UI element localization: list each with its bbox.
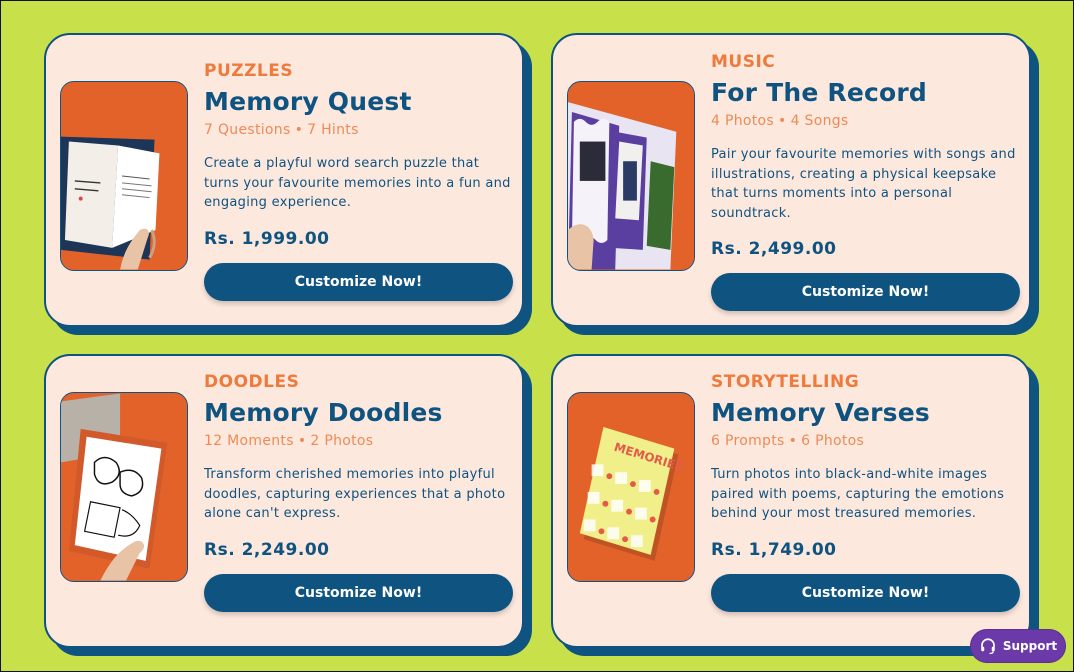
meta-count-b: 6 Photos bbox=[801, 433, 865, 449]
card-content: DOODLES Memory Doodles 12 Moments • 2 Phot… bbox=[204, 372, 514, 612]
meta-separator: • bbox=[788, 433, 798, 449]
meta-count-a: 12 Moments bbox=[204, 433, 294, 449]
card-content: STORYTELLING Memory Verses 6 Prompts • 6 P… bbox=[711, 372, 1021, 612]
product-title[interactable]: Memory Quest bbox=[204, 87, 514, 116]
product-meta: 4 Photos • 4 Songs bbox=[711, 113, 1021, 129]
customize-now-button[interactable]: Customize Now! bbox=[711, 573, 1020, 612]
product-price: Rs. 2,249.00 bbox=[204, 539, 330, 560]
product-image[interactable] bbox=[60, 392, 188, 582]
product-title[interactable]: For The Record bbox=[711, 78, 1021, 107]
customize-now-button[interactable]: Customize Now! bbox=[204, 262, 513, 301]
category-label: DOODLES bbox=[204, 372, 300, 392]
product-description: Create a playful word search puzzle that… bbox=[204, 156, 511, 210]
category-label: STORYTELLING bbox=[711, 372, 860, 392]
photo-booklet-music-photo-icon bbox=[568, 82, 694, 270]
card-content: PUZZLES Memory Quest 7 Questions • 7 Hints… bbox=[204, 61, 514, 301]
meta-separator: • bbox=[297, 433, 307, 449]
product-meta: 7 Questions • 7 Hints bbox=[204, 122, 514, 138]
meta-count-b: 7 Hints bbox=[307, 122, 359, 138]
card-body: DOODLES Memory Doodles 12 Moments • 2 Phot… bbox=[44, 354, 524, 648]
product-card-for-the-record: MUSIC For The Record 4 Photos • 4 Songs Pa… bbox=[551, 33, 1039, 335]
card-body: PUZZLES Memory Quest 7 Questions • 7 Hints… bbox=[44, 33, 524, 327]
support-label: Support bbox=[1002, 639, 1058, 653]
product-title[interactable]: Memory Doodles bbox=[204, 398, 514, 427]
memories-book-photo-icon: MEMORIES bbox=[568, 393, 694, 581]
meta-separator: • bbox=[778, 113, 787, 129]
customize-now-button[interactable]: Customize Now! bbox=[711, 273, 1020, 311]
product-price: Rs. 1,999.00 bbox=[204, 228, 330, 249]
meta-count-a: 4 Photos bbox=[711, 113, 774, 129]
meta-separator: • bbox=[294, 122, 304, 138]
card-body: MEMORIES STORYTELLING Memory Verses 6 Pr… bbox=[551, 354, 1031, 648]
open-book-puzzle-photo-icon bbox=[61, 82, 187, 270]
support-button[interactable]: Support bbox=[970, 629, 1066, 663]
product-meta: 6 Prompts • 6 Photos bbox=[711, 433, 1021, 449]
product-card-memory-verses: MEMORIES STORYTELLING Memory Verses 6 Pr… bbox=[551, 354, 1039, 656]
product-card-memory-doodles: DOODLES Memory Doodles 12 Moments • 2 Phot… bbox=[44, 354, 532, 656]
meta-count-b: 4 Songs bbox=[790, 113, 849, 129]
product-image[interactable]: MEMORIES bbox=[567, 392, 695, 582]
doodle-book-photo-icon bbox=[61, 393, 187, 581]
headset-icon bbox=[981, 638, 995, 655]
product-card-memory-quest: PUZZLES Memory Quest 7 Questions • 7 Hints… bbox=[44, 33, 532, 335]
product-title[interactable]: Memory Verses bbox=[711, 398, 1021, 427]
category-label: MUSIC bbox=[711, 52, 776, 72]
category-label: PUZZLES bbox=[204, 61, 294, 81]
product-description: Pair your favourite memories with songs … bbox=[711, 147, 1016, 221]
meta-count-b: 2 Photos bbox=[310, 433, 374, 449]
product-price: Rs. 2,499.00 bbox=[711, 239, 837, 259]
product-description: Turn photos into black-and-white images … bbox=[711, 467, 1005, 521]
meta-count-a: 7 Questions bbox=[204, 122, 291, 138]
product-price: Rs. 1,749.00 bbox=[711, 539, 837, 560]
product-meta: 12 Moments • 2 Photos bbox=[204, 433, 514, 449]
product-image[interactable] bbox=[60, 81, 188, 271]
product-description: Transform cherished memories into playfu… bbox=[204, 467, 506, 521]
card-body: MUSIC For The Record 4 Photos • 4 Songs Pa… bbox=[551, 33, 1031, 327]
meta-count-a: 6 Prompts bbox=[711, 433, 785, 449]
product-image[interactable] bbox=[567, 81, 695, 271]
card-content: MUSIC For The Record 4 Photos • 4 Songs Pa… bbox=[711, 52, 1021, 311]
customize-now-button[interactable]: Customize Now! bbox=[204, 573, 513, 612]
